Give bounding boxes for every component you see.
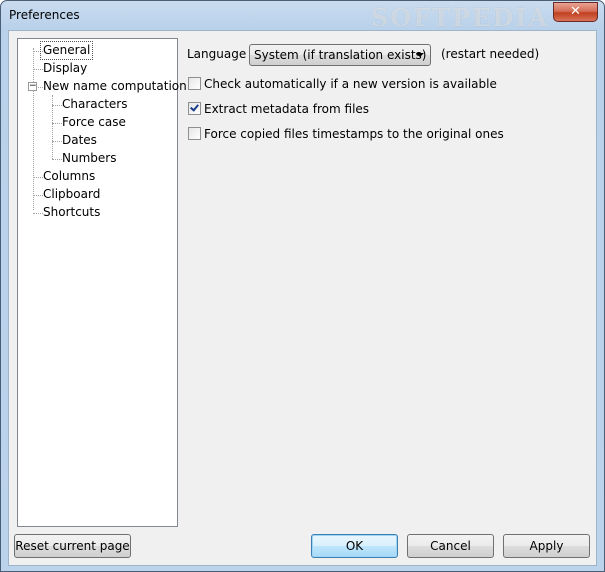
preferences-window: Preferences SOFTPEDIA ✕ − General Displa…	[0, 0, 605, 572]
dialog-client-area: − General Display New name computation C…	[8, 30, 597, 566]
checkmark-icon	[190, 102, 199, 112]
reset-current-page-button[interactable]: Reset current page	[14, 534, 131, 558]
chevron-down-icon	[416, 53, 424, 57]
checkbox-box[interactable]	[188, 102, 201, 115]
tree-item-shortcuts[interactable]: Shortcuts	[41, 204, 102, 221]
tree-item-clipboard[interactable]: Clipboard	[41, 186, 102, 203]
apply-button[interactable]: Apply	[503, 534, 590, 558]
tree-item-numbers[interactable]: Numbers	[60, 150, 118, 167]
collapse-icon[interactable]: −	[28, 82, 37, 91]
window-title: Preferences	[9, 8, 80, 22]
tree-connector	[33, 48, 34, 210]
tree-item-force-case[interactable]: Force case	[60, 114, 128, 131]
tree-item-characters[interactable]: Characters	[60, 96, 130, 113]
language-select[interactable]: System (if translation exists)	[249, 44, 431, 66]
close-icon: ✕	[570, 4, 581, 19]
tree-item-columns[interactable]: Columns	[41, 168, 97, 185]
title-bar[interactable]: Preferences SOFTPEDIA ✕	[1, 1, 604, 32]
checkbox-box[interactable]	[188, 77, 201, 90]
tree-item-display[interactable]: Display	[41, 60, 89, 77]
ok-button[interactable]: OK	[311, 534, 398, 558]
checkbox-label: Extract metadata from files	[204, 102, 370, 116]
checkbox-label: Check automatically if a new version is …	[204, 77, 497, 91]
close-button[interactable]: ✕	[553, 2, 598, 22]
checkbox-box[interactable]	[188, 127, 201, 140]
checkbox-label: Force copied files timestamps to the ori…	[204, 127, 504, 141]
preferences-tree[interactable]: − General Display New name computation C…	[17, 38, 187, 527]
cancel-button[interactable]: Cancel	[407, 534, 494, 558]
watermark-logo: SOFTPEDIA	[371, 3, 550, 32]
language-label: Language	[187, 47, 247, 61]
restart-note: (restart needed)	[441, 47, 540, 61]
tree-item-general[interactable]: General	[39, 41, 94, 60]
tree-item-new-name-computation[interactable]: New name computation	[41, 78, 189, 95]
tree-item-dates[interactable]: Dates	[60, 132, 99, 149]
language-select-value: System (if translation exists)	[254, 48, 427, 62]
